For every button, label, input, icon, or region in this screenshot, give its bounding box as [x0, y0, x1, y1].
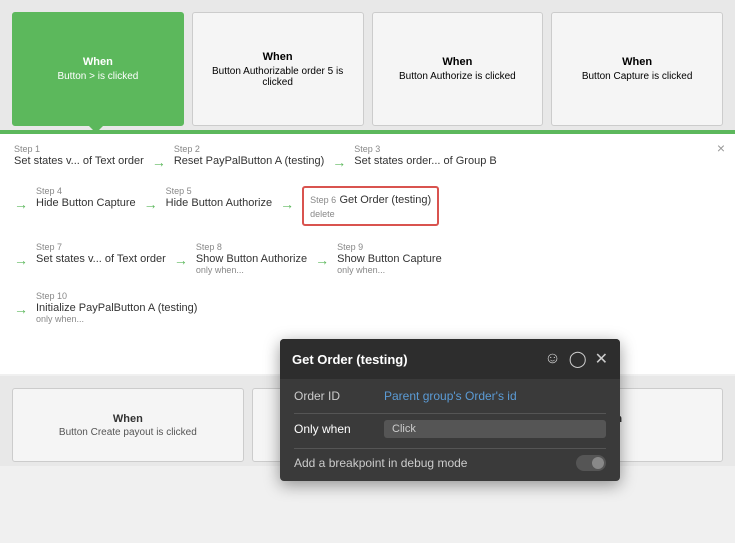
step-7-name: Set states v... of Text order: [36, 253, 166, 265]
step-6[interactable]: Step 6 Get Order (testing) delete: [302, 186, 439, 226]
popup-panel: Get Order (testing) ☺ ◯ ✕ Order ID Paren…: [280, 339, 620, 481]
steps-row-1: Step 1 Set states v... of Text order → S…: [14, 144, 721, 170]
step-8-name: Show Button Authorize: [196, 253, 307, 265]
order-id-label: Order ID: [294, 389, 384, 403]
step-1-label: Step 1: [14, 144, 144, 154]
step-3-name: Set states order... of Group B: [354, 155, 496, 167]
step-arrow-7-8: →: [174, 252, 188, 268]
step-9-name: Show Button Capture: [337, 253, 442, 265]
popup-breakpoint-row: Add a breakpoint in debug mode: [294, 455, 606, 471]
steps-row-2: → Step 4 Hide Button Capture → Step 5 Hi…: [14, 186, 721, 226]
step-9-label: Step 9: [337, 242, 442, 252]
step-4-label: Step 4: [36, 186, 136, 196]
bottom-card-1-sub: Button Create payout is clicked: [59, 427, 197, 438]
step-7: Step 7 Set states v... of Text order: [36, 242, 166, 265]
popup-only-when-row: Only when Click: [294, 420, 606, 438]
step-5-name: Hide Button Authorize: [166, 197, 272, 209]
breakpoint-toggle[interactable]: [576, 455, 606, 471]
step-5-label: Step 5: [166, 186, 272, 196]
step-2: Step 2 Reset PayPalButton A (testing): [174, 144, 324, 167]
step-arrow-1-2: →: [152, 154, 166, 170]
steps-row-3: → Step 7 Set states v... of Text order →…: [14, 242, 721, 275]
step-9: Step 9 Show Button Capture only when...: [337, 242, 442, 275]
step-4-name: Hide Button Capture: [36, 197, 136, 209]
step-1: Step 1 Set states v... of Text order: [14, 144, 144, 167]
steps-container: × Step 1 Set states v... of Text order →…: [0, 134, 735, 374]
trigger-card-3[interactable]: When Button Authorize is clicked: [372, 12, 544, 126]
step-arrow-4-5: →: [144, 196, 158, 212]
step-10-label: Step 10: [36, 291, 197, 301]
step-6-name: Get Order (testing): [339, 194, 431, 206]
person-icon[interactable]: ☺: [544, 350, 560, 368]
step-8: Step 8 Show Button Authorize only when..…: [196, 242, 307, 275]
step-arrow-5-6: →: [280, 196, 294, 212]
row-4-start-arrow: →: [14, 301, 28, 317]
comment-icon[interactable]: ◯: [569, 349, 587, 369]
breakpoint-label: Add a breakpoint in debug mode: [294, 456, 576, 470]
step-10: Step 10 Initialize PayPalButton A (testi…: [36, 291, 197, 324]
trigger-card-2[interactable]: When Button Authorizable order 5 is clic…: [192, 12, 364, 126]
popup-body: Order ID Parent group's Order's id Only …: [280, 379, 620, 481]
step-5: Step 5 Hide Button Authorize: [166, 186, 272, 209]
trigger-cards-row: When Button > is clicked When Button Aut…: [0, 0, 735, 130]
step-1-name: Set states v... of Text order: [14, 155, 144, 167]
steps-row-4: → Step 10 Initialize PayPalButton A (tes…: [14, 291, 721, 324]
step-arrow-2-3: →: [332, 154, 346, 170]
step-2-name: Reset PayPalButton A (testing): [174, 155, 324, 167]
trigger-card-1[interactable]: When Button > is clicked: [12, 12, 184, 126]
step-3-label: Step 3: [354, 144, 496, 154]
trigger-card-3-label: When: [442, 56, 472, 68]
trigger-card-2-label: When: [263, 51, 293, 63]
trigger-card-4-label: When: [622, 56, 652, 68]
popup-header: Get Order (testing) ☺ ◯ ✕: [280, 339, 620, 379]
step-6-label: Step 6: [310, 195, 336, 205]
step-arrow-8-9: →: [315, 252, 329, 268]
step-7-label: Step 7: [36, 242, 166, 252]
toggle-knob: [592, 457, 604, 469]
popup-divider-2: [294, 448, 606, 449]
row-3-start-arrow: →: [14, 252, 28, 268]
step-10-sub: only when...: [36, 314, 197, 324]
step-3: Step 3 Set states order... of Group B: [354, 144, 496, 167]
bottom-card-1[interactable]: When Button Create payout is clicked: [12, 388, 244, 462]
step-6-delete[interactable]: delete: [310, 209, 335, 219]
order-id-value[interactable]: Parent group's Order's id: [384, 389, 606, 403]
trigger-card-4[interactable]: When Button Capture is clicked: [551, 12, 723, 126]
step-9-sub: only when...: [337, 265, 442, 275]
step-4: Step 4 Hide Button Capture: [36, 186, 136, 209]
step-2-label: Step 2: [174, 144, 324, 154]
only-when-value[interactable]: Click: [384, 420, 606, 438]
step-8-label: Step 8: [196, 242, 307, 252]
step-10-name: Initialize PayPalButton A (testing): [36, 302, 197, 314]
trigger-card-3-sub: Button Authorize is clicked: [399, 71, 516, 82]
popup-divider: [294, 413, 606, 414]
popup-order-id-row: Order ID Parent group's Order's id: [294, 389, 606, 403]
popup-close-icon[interactable]: ✕: [595, 349, 608, 369]
close-button[interactable]: ×: [717, 140, 725, 156]
only-when-label: Only when: [294, 422, 384, 436]
row-2-start-arrow: →: [14, 196, 28, 212]
connector-arrow: [88, 125, 104, 133]
trigger-card-1-sub: Button > is clicked: [57, 71, 138, 82]
trigger-card-2-sub: Button Authorizable order 5 is clicked: [203, 66, 353, 88]
step-8-sub: only when...: [196, 265, 307, 275]
popup-icons: ☺ ◯ ✕: [544, 349, 608, 369]
bottom-card-1-label: When: [113, 413, 143, 425]
trigger-card-4-sub: Button Capture is clicked: [582, 71, 693, 82]
popup-title: Get Order (testing): [292, 352, 544, 367]
trigger-card-1-label: When: [83, 56, 113, 68]
